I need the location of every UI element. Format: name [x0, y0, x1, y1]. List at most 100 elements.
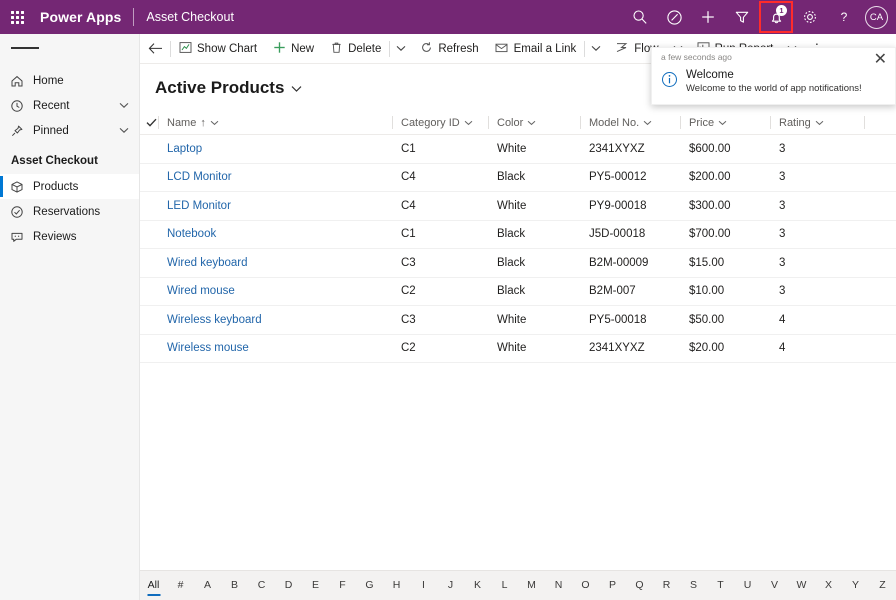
chevron-down-icon[interactable]	[464, 117, 473, 129]
help-icon[interactable]: ?	[827, 0, 861, 34]
grid-header-row: Name ↑ Category ID Color Model No. Price…	[140, 111, 896, 135]
alpha-filter-n[interactable]: N	[545, 575, 572, 596]
sidebar-item-pinned[interactable]: Pinned	[0, 118, 139, 143]
alpha-filter-hash[interactable]: #	[167, 575, 194, 596]
alpha-filter-g[interactable]: G	[356, 575, 383, 596]
alpha-filter-r[interactable]: R	[653, 575, 680, 596]
column-header-category-id[interactable]: Category ID	[392, 111, 488, 134]
table-row[interactable]: Wired keyboard C3 Black B2M-00009 $15.00 3	[140, 249, 896, 278]
search-icon[interactable]	[623, 0, 657, 34]
alpha-filter-k[interactable]: K	[464, 575, 491, 596]
sidebar-item-reviews[interactable]: Reviews	[0, 224, 139, 249]
cell-rating: 3	[770, 249, 864, 277]
sidebar-item-reservations[interactable]: Reservations	[0, 199, 139, 224]
alpha-filter-b[interactable]: B	[221, 575, 248, 596]
sidebar-item-products[interactable]: Products	[0, 174, 139, 199]
close-icon[interactable]: ✕	[872, 52, 889, 68]
alpha-filter-all[interactable]: All	[140, 575, 167, 596]
cell-value: Black	[497, 171, 526, 184]
alpha-filter-s[interactable]: S	[680, 575, 707, 596]
cell-name[interactable]: Laptop	[158, 135, 392, 163]
chevron-down-icon[interactable]	[643, 117, 652, 129]
cell-category: C1	[392, 135, 488, 163]
alpha-filter-c[interactable]: C	[248, 575, 275, 596]
table-row[interactable]: LCD Monitor C4 Black PY5-00012 $200.00 3	[140, 164, 896, 192]
column-header-model-no[interactable]: Model No.	[580, 111, 680, 134]
delete-button[interactable]: Delete	[322, 34, 389, 64]
comment-icon	[10, 230, 30, 244]
cell-name[interactable]: Wired keyboard	[158, 249, 392, 277]
alpha-filter-x[interactable]: X	[815, 575, 842, 596]
refresh-button[interactable]: Refresh	[412, 34, 486, 64]
cell-name[interactable]: LCD Monitor	[158, 164, 392, 192]
alpha-filter-e[interactable]: E	[302, 575, 329, 596]
sort-ascending-icon: ↑	[200, 116, 206, 129]
alpha-filter-d[interactable]: D	[275, 575, 302, 596]
chevron-down-icon[interactable]	[815, 117, 824, 129]
refresh-label: Refresh	[438, 42, 479, 55]
chevron-down-icon[interactable]	[210, 117, 219, 129]
column-header-rating[interactable]: Rating	[770, 111, 864, 134]
new-button[interactable]: New	[265, 34, 322, 64]
alpha-filter-w[interactable]: W	[788, 575, 815, 596]
cell-name[interactable]: LED Monitor	[158, 192, 392, 220]
column-header-name[interactable]: Name ↑	[158, 111, 392, 134]
table-row[interactable]: Wired mouse C2 Black B2M-007 $10.00 3	[140, 278, 896, 306]
gear-icon[interactable]	[793, 0, 827, 34]
chevron-down-icon[interactable]	[119, 125, 129, 137]
table-row[interactable]: Laptop C1 White 2341XYXZ $600.00 3	[140, 135, 896, 164]
alpha-filter-v[interactable]: V	[761, 575, 788, 596]
avatar[interactable]: CA	[865, 5, 888, 29]
brand-label[interactable]: Power Apps	[40, 9, 121, 25]
alpha-filter-j[interactable]: J	[437, 575, 464, 596]
cell-name[interactable]: Wired mouse	[158, 278, 392, 306]
sidebar-item-home[interactable]: Home	[0, 68, 139, 93]
filter-icon[interactable]	[725, 0, 759, 34]
column-header-color[interactable]: Color	[488, 111, 580, 134]
sidebar-collapse-icon[interactable]	[0, 34, 139, 62]
alpha-filter-l[interactable]: L	[491, 575, 518, 596]
alpha-filter-m[interactable]: M	[518, 575, 545, 596]
table-row[interactable]: Notebook C1 Black J5D-00018 $700.00 3	[140, 221, 896, 249]
email-a-link-button[interactable]: Email a Link	[487, 34, 585, 64]
back-arrow-icon[interactable]	[140, 34, 170, 64]
plus-icon[interactable]	[691, 0, 725, 34]
alpha-filter-f[interactable]: F	[329, 575, 356, 596]
trash-icon	[330, 41, 343, 57]
alpha-filter-h[interactable]: H	[383, 575, 410, 596]
alpha-filter-o[interactable]: O	[572, 575, 599, 596]
delete-overflow-chevron-down-icon[interactable]	[390, 34, 412, 64]
alpha-filter-z[interactable]: Z	[869, 575, 896, 596]
chevron-down-icon[interactable]	[119, 100, 129, 112]
app-launcher-icon[interactable]	[0, 0, 34, 34]
cell-value: C2	[401, 342, 416, 355]
chevron-down-icon[interactable]	[718, 117, 727, 129]
table-row[interactable]: LED Monitor C4 White PY9-00018 $300.00 3	[140, 192, 896, 221]
app-name-label[interactable]: Asset Checkout	[146, 10, 234, 24]
alpha-filter-p[interactable]: P	[599, 575, 626, 596]
sidebar-primary-nav: Home Recent Pinned	[0, 62, 139, 143]
select-all-checkmark-icon[interactable]	[140, 118, 158, 127]
alpha-filter-q[interactable]: Q	[626, 575, 653, 596]
table-row[interactable]: Wireless mouse C2 White 2341XYXZ $20.00 4	[140, 335, 896, 363]
alpha-filter-i[interactable]: I	[410, 575, 437, 596]
show-chart-button[interactable]: Show Chart	[171, 34, 265, 64]
cell-name[interactable]: Notebook	[158, 221, 392, 249]
alpha-filter-a[interactable]: A	[194, 575, 221, 596]
chevron-down-icon[interactable]	[291, 78, 302, 98]
alpha-filter-u[interactable]: U	[734, 575, 761, 596]
table-row[interactable]: Wireless keyboard C3 White PY5-00018 $50.00 4	[140, 306, 896, 335]
alpha-filter-t[interactable]: T	[707, 575, 734, 596]
notifications-bell-icon[interactable]: 1	[759, 0, 793, 34]
alpha-filter-y[interactable]: Y	[842, 575, 869, 596]
column-header-price[interactable]: Price	[680, 111, 770, 134]
cell-value: White	[497, 199, 527, 212]
cell-rating: 3	[770, 221, 864, 249]
chevron-down-icon[interactable]	[527, 117, 536, 129]
cell-name[interactable]: Wireless mouse	[158, 335, 392, 363]
sidebar-item-recent[interactable]: Recent	[0, 93, 139, 118]
cell-name[interactable]: Wireless keyboard	[158, 306, 392, 334]
email-overflow-chevron-down-icon[interactable]	[585, 34, 607, 64]
compass-icon[interactable]	[657, 0, 691, 34]
svg-text:?: ?	[841, 10, 848, 24]
